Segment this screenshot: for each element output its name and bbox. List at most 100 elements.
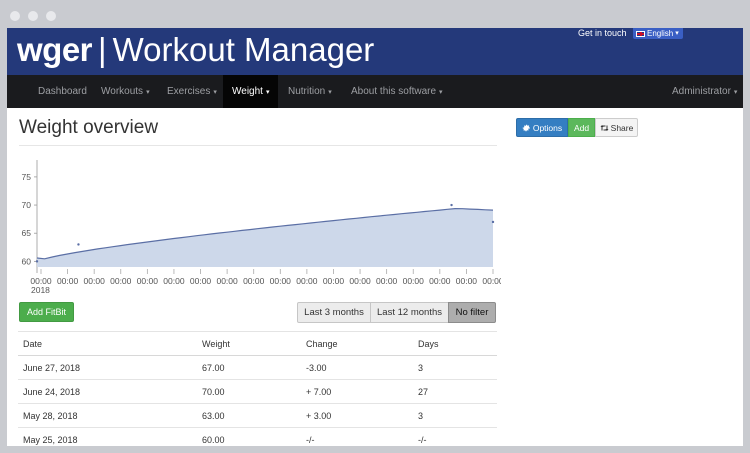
column-header-change: Change bbox=[301, 331, 413, 356]
chevron-down-icon: ▾ bbox=[675, 30, 679, 37]
filter-label: Last 3 months bbox=[304, 307, 364, 318]
chevron-down-icon: ▾ bbox=[146, 89, 150, 96]
x-tick-label: 00:00 bbox=[190, 276, 212, 286]
column-header-days: Days bbox=[413, 331, 497, 356]
nav-item-workouts[interactable]: Workouts ▾ bbox=[91, 75, 160, 108]
filter-none-button[interactable]: No filter bbox=[448, 302, 496, 323]
close-dot-icon[interactable] bbox=[10, 11, 20, 21]
add-label: Add bbox=[573, 122, 590, 133]
main-nav: Dashboard Workouts ▾ Exercises ▾ Weight ▾ N… bbox=[7, 75, 743, 108]
cell-weight: 70.00 bbox=[197, 379, 301, 404]
nav-item-label: About this software bbox=[351, 86, 437, 97]
x-tick-label: 00:00 bbox=[163, 276, 185, 286]
x-tick-label: 00:00 bbox=[482, 276, 501, 286]
x-tick-label: 00:00 bbox=[137, 276, 159, 286]
cell-change: + 7.00 bbox=[301, 379, 413, 404]
fitbit-label: Add FitBit bbox=[26, 307, 66, 317]
contact-link[interactable]: Get in touch bbox=[578, 28, 627, 38]
x-tick-label: 00:00 bbox=[57, 276, 79, 286]
x-tick-label: 00:00 bbox=[376, 276, 398, 286]
brand-name: wger bbox=[17, 31, 93, 68]
nav-item-exercises[interactable]: Exercises ▾ bbox=[157, 75, 227, 108]
cell-days: 3 bbox=[413, 355, 497, 380]
nav-item-label: Nutrition bbox=[288, 86, 326, 97]
retweet-icon bbox=[600, 124, 609, 131]
page-title: Weight overview bbox=[19, 117, 159, 138]
add-fitbit-button[interactable]: Add FitBit bbox=[19, 302, 74, 322]
x-tick-label: 00:00 bbox=[323, 276, 345, 286]
x-year-label: 2018 bbox=[31, 285, 50, 295]
y-tick-label: 60 bbox=[22, 256, 32, 266]
filter-last-12-months-button[interactable]: Last 12 months bbox=[370, 302, 449, 323]
data-point bbox=[77, 243, 80, 246]
minimize-dot-icon[interactable] bbox=[28, 11, 38, 21]
nav-item-weight[interactable]: Weight ▾ bbox=[223, 75, 278, 108]
cell-days: 27 bbox=[413, 379, 497, 404]
cell-date: May 25, 2018 bbox=[18, 427, 197, 446]
brand-logo[interactable]: wger | Workout Manager bbox=[17, 30, 374, 70]
cell-weight: 63.00 bbox=[197, 403, 301, 428]
filter-label: No filter bbox=[455, 307, 489, 318]
x-tick-label: 00:00 bbox=[403, 276, 425, 286]
nav-item-label: Workouts bbox=[101, 86, 144, 97]
chevron-down-icon: ▾ bbox=[439, 89, 443, 96]
nav-item-dashboard[interactable]: Dashboard bbox=[28, 75, 97, 108]
share-button[interactable]: Share bbox=[595, 118, 638, 137]
nav-item-about[interactable]: About this software ▾ bbox=[341, 75, 453, 108]
cell-change: -3.00 bbox=[301, 355, 413, 380]
x-tick-label: 00:00 bbox=[216, 276, 238, 286]
add-weight-button[interactable]: Add bbox=[568, 118, 595, 137]
x-tick-label: 00:00 bbox=[270, 276, 292, 286]
filter-label: Last 12 months bbox=[377, 307, 442, 318]
x-tick-label: 00:00 bbox=[456, 276, 478, 286]
cell-date: June 24, 2018 bbox=[18, 379, 197, 404]
table-row[interactable]: May 28, 2018 63.00 + 3.00 3 bbox=[18, 403, 497, 428]
cell-days: 3 bbox=[413, 403, 497, 428]
cell-date: June 27, 2018 bbox=[18, 355, 197, 380]
chevron-down-icon: ▾ bbox=[733, 89, 738, 96]
filter-last-3-months-button[interactable]: Last 3 months bbox=[297, 302, 371, 323]
nav-item-label: Weight bbox=[232, 86, 263, 97]
uk-flag-icon bbox=[636, 30, 645, 37]
nav-item-user-menu[interactable]: Administrator ▾ bbox=[662, 75, 743, 108]
chevron-down-icon: ▾ bbox=[328, 89, 332, 96]
options-label: Options bbox=[532, 122, 563, 133]
x-tick-label: 00:00 bbox=[110, 276, 132, 286]
x-tick-label: 00:00 bbox=[84, 276, 106, 286]
date-filter-group: Last 3 months Last 12 months No filter bbox=[297, 302, 496, 323]
share-label: Share bbox=[610, 122, 634, 133]
cell-weight: 67.00 bbox=[197, 355, 301, 380]
maximize-dot-icon[interactable] bbox=[46, 11, 56, 21]
cell-days: -/- bbox=[413, 427, 497, 446]
x-tick-label: 00:00 bbox=[296, 276, 318, 286]
data-point bbox=[491, 220, 495, 224]
options-button[interactable]: Options bbox=[516, 118, 568, 137]
weight-actions-group: Options Add Share bbox=[516, 118, 638, 137]
y-tick-label: 70 bbox=[22, 200, 32, 210]
nav-item-label: Exercises bbox=[167, 86, 211, 97]
language-label: English bbox=[647, 29, 674, 38]
nav-item-label: Dashboard bbox=[38, 86, 87, 97]
title-divider bbox=[19, 145, 497, 146]
brand-product: Workout Manager bbox=[112, 31, 375, 68]
cell-weight: 60.00 bbox=[197, 427, 301, 446]
table-row[interactable]: June 27, 2018 67.00 -3.00 3 bbox=[18, 355, 497, 380]
window-controls bbox=[10, 11, 56, 21]
chevron-down-icon: ▾ bbox=[213, 89, 217, 96]
x-tick-label: 00:00 bbox=[429, 276, 451, 286]
data-point bbox=[35, 260, 39, 263]
column-header-weight: Weight bbox=[197, 331, 301, 356]
chevron-down-icon: ▾ bbox=[265, 89, 270, 96]
table-header-row: Date Weight Change Days bbox=[18, 331, 497, 356]
y-tick-label: 65 bbox=[22, 228, 32, 238]
weight-table: Date Weight Change Days June 27, 2018 67… bbox=[18, 331, 497, 446]
column-header-date: Date bbox=[18, 331, 197, 356]
table-row[interactable]: June 24, 2018 70.00 + 7.00 27 bbox=[18, 379, 497, 404]
language-selector[interactable]: English ▾ bbox=[633, 28, 683, 39]
nav-item-label: Administrator bbox=[672, 86, 731, 97]
cell-change: -/- bbox=[301, 427, 413, 446]
header-bar: wger | Workout Manager Get in touch Englis… bbox=[7, 28, 743, 75]
table-row[interactable]: May 25, 2018 60.00 -/- -/- bbox=[18, 427, 497, 446]
data-point bbox=[450, 203, 453, 207]
nav-item-nutrition[interactable]: Nutrition ▾ bbox=[278, 75, 342, 108]
